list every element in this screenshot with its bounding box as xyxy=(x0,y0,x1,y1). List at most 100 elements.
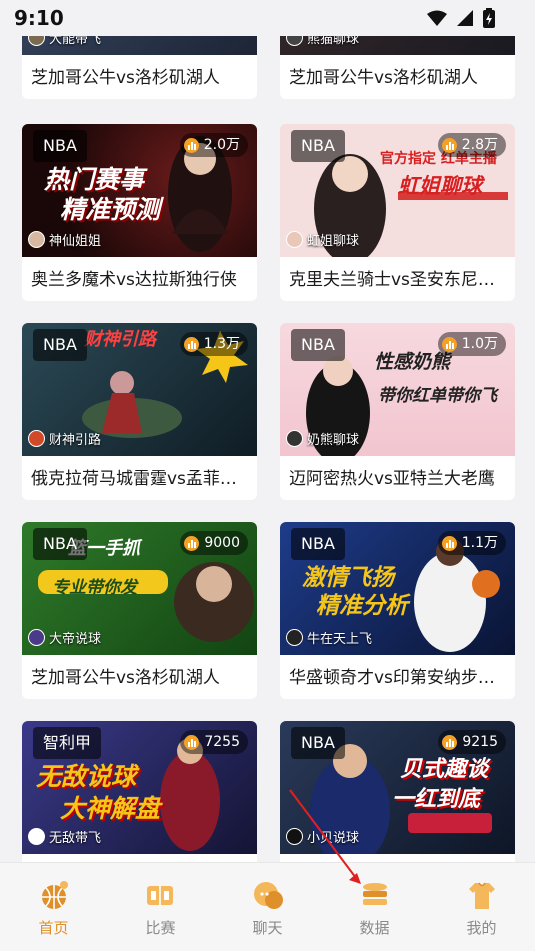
live-room-card[interactable]: 热门赛事 精准预测 NBA 2.0万 神仙姐姐 奥兰多魔术vs达拉斯独行侠 xyxy=(22,124,257,301)
chat-bubble-icon xyxy=(253,882,283,909)
league-badge: NBA xyxy=(291,130,345,162)
tab-match[interactable]: 比赛 xyxy=(107,863,214,951)
banner-text: 无敌说球 xyxy=(36,762,137,791)
banner-subtext: 大神解盘 xyxy=(60,794,161,823)
live-room-card[interactable]: 官方指定 红单主播 虹姐聊球 NBA 2.8万 虹姐聊球 克里夫兰骑士vs圣安东… xyxy=(280,124,515,301)
jersey-icon xyxy=(468,882,495,909)
match-title: 迈阿密热火vs亚特兰大老鹰 xyxy=(289,469,495,489)
tab-home[interactable]: 首页 xyxy=(0,863,107,951)
view-count: 9000 xyxy=(180,531,248,555)
host-info: 财神引路 xyxy=(28,429,101,448)
signal-icon xyxy=(457,10,473,26)
wifi-icon xyxy=(427,10,447,26)
host-name: 神仙姐姐 xyxy=(49,234,102,249)
view-count: 1.3万 xyxy=(179,332,248,356)
tab-label: 首页 xyxy=(38,919,69,937)
views-icon xyxy=(183,137,199,153)
banner-subtext: 专业带你发 xyxy=(52,578,137,598)
card-thumbnail: 性感奶熊 带你红单带你飞 NBA 1.0万 奶熊聊球 xyxy=(280,323,515,456)
view-count: 1.1万 xyxy=(437,531,506,555)
live-room-card[interactable]: 性感奶熊 带你红单带你飞 NBA 1.0万 奶熊聊球 迈阿密热火vs亚特兰大老鹰 xyxy=(280,323,515,500)
view-count: 2.0万 xyxy=(179,133,248,157)
tab-label: 比赛 xyxy=(145,919,176,937)
host-name: 大帝说球 xyxy=(49,632,102,647)
match-title: 芝加哥公牛vs洛杉矶湖人 xyxy=(31,68,220,88)
host-info: 小贝说球 xyxy=(286,827,359,846)
live-room-feed: 大能带飞 芝加哥公牛vs洛杉矶湖人 熊猫聊球 芝加哥公牛vs洛杉矶湖人 热门赛事… xyxy=(0,0,535,862)
match-title: 芝加哥公牛vs洛杉矶湖人 xyxy=(31,668,220,688)
status-bar: 9:10 xyxy=(0,0,535,36)
live-room-card[interactable]: 财神引路 NBA 1.3万 财神引路 俄克拉荷马城雷霆vs孟菲… xyxy=(22,323,257,500)
card-thumbnail: 篮一手抓 专业带你发 NBA 9000 大帝说球 xyxy=(22,522,257,655)
host-info: 无敌带飞 xyxy=(28,827,101,846)
match-title: 芝加哥公牛vs洛杉矶湖人 xyxy=(289,68,478,88)
host-info: 牛在天上飞 xyxy=(286,628,372,647)
host-avatar xyxy=(28,231,45,248)
live-room-card[interactable]: 贝式趣谈 一红到底 NBA 9215 小贝说球 xyxy=(280,721,515,862)
battery-icon xyxy=(483,8,495,28)
views-icon xyxy=(184,535,200,551)
host-avatar xyxy=(286,629,303,646)
live-room-card[interactable]: 激情飞扬 精准分析 NBA 1.1万 牛在天上飞 华盛顿奇才vs印第安纳步… xyxy=(280,522,515,699)
status-time: 9:10 xyxy=(14,6,64,30)
views-icon xyxy=(442,734,458,750)
banner-text: 财神引路 xyxy=(84,329,156,350)
banner-subtext: 精准分析 xyxy=(316,593,408,619)
host-info: 大帝说球 xyxy=(28,628,101,647)
host-avatar xyxy=(286,430,303,447)
tab-mine[interactable]: 我的 xyxy=(428,863,535,951)
league-badge: NBA xyxy=(291,727,345,759)
views-icon xyxy=(183,336,199,352)
card-thumbnail: 财神引路 NBA 1.3万 财神引路 xyxy=(22,323,257,456)
view-count: 7255 xyxy=(180,730,248,754)
view-count: 2.8万 xyxy=(437,133,506,157)
host-avatar xyxy=(286,231,303,248)
tab-chat[interactable]: 聊天 xyxy=(214,863,321,951)
live-room-card[interactable]: 篮一手抓 专业带你发 NBA 9000 大帝说球 芝加哥公牛vs洛杉矶湖人 xyxy=(22,522,257,699)
banner-subtext: 精准预测 xyxy=(60,195,161,224)
bottom-tab-bar: 首页 比赛 聊天 数据 我的 xyxy=(0,862,535,951)
home-basketball-icon xyxy=(41,881,68,909)
league-badge: NBA xyxy=(291,329,345,361)
league-badge: NBA xyxy=(33,130,87,162)
views-icon xyxy=(441,336,457,352)
banner-text: 性感奶熊 xyxy=(374,351,451,373)
card-thumbnail: 无敌说球 大神解盘 智利甲 7255 无敌带飞 xyxy=(22,721,257,854)
banner-text: 贝式趣谈 xyxy=(400,757,489,782)
host-info: 神仙姐姐 xyxy=(28,230,101,249)
host-name: 虹姐聊球 xyxy=(307,234,360,249)
banner-subtext: 带你红单带你飞 xyxy=(378,386,497,406)
match-title: 华盛顿奇才vs印第安纳步… xyxy=(289,668,495,688)
league-badge: NBA xyxy=(33,329,87,361)
tab-label: 数据 xyxy=(359,919,390,937)
status-icons xyxy=(427,8,495,28)
host-avatar xyxy=(28,828,45,845)
host-name: 奶熊聊球 xyxy=(307,433,360,448)
banner-subtext: 一红到底 xyxy=(392,787,481,812)
host-info: 奶熊聊球 xyxy=(286,429,359,448)
match-title: 克里夫兰骑士vs圣安东尼… xyxy=(289,270,495,290)
match-title: 俄克拉荷马城雷霆vs孟菲… xyxy=(31,469,237,489)
league-badge: NBA xyxy=(33,528,87,560)
tab-label: 聊天 xyxy=(252,919,283,937)
view-count: 1.0万 xyxy=(437,332,506,356)
views-icon xyxy=(184,734,200,750)
card-thumbnail: 激情飞扬 精准分析 NBA 1.1万 牛在天上飞 xyxy=(280,522,515,655)
tab-data[interactable]: 数据 xyxy=(321,863,428,951)
view-count: 9215 xyxy=(438,730,506,754)
host-info: 虹姐聊球 xyxy=(286,230,359,249)
match-title: 奥兰多魔术vs达拉斯独行侠 xyxy=(31,270,237,290)
host-avatar xyxy=(28,629,45,646)
live-room-card[interactable]: 无敌说球 大神解盘 智利甲 7255 无敌带飞 xyxy=(22,721,257,862)
host-name: 小贝说球 xyxy=(307,831,360,846)
host-name: 无敌带飞 xyxy=(49,831,102,846)
host-name: 财神引路 xyxy=(49,433,102,448)
card-thumbnail: 热门赛事 精准预测 NBA 2.0万 神仙姐姐 xyxy=(22,124,257,257)
card-thumbnail: 官方指定 红单主播 虹姐聊球 NBA 2.8万 虹姐聊球 xyxy=(280,124,515,257)
host-avatar xyxy=(28,430,45,447)
data-stack-icon xyxy=(362,883,387,905)
scoreboard-icon xyxy=(146,886,173,905)
host-name: 牛在天上飞 xyxy=(307,632,373,647)
views-icon xyxy=(441,535,457,551)
host-avatar xyxy=(286,828,303,845)
